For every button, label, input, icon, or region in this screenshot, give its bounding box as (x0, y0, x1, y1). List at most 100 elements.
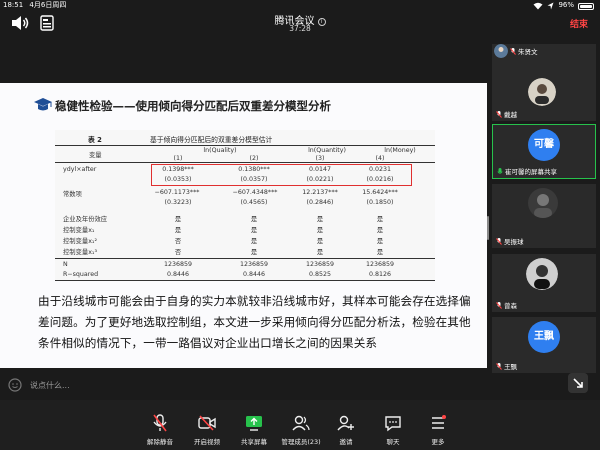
wifi-icon (533, 2, 543, 9)
table-cell: −607.4348*** (232, 189, 278, 196)
table-cell: 0.8446 (166, 271, 190, 278)
row-label: 控制变量x₁³ (63, 249, 97, 256)
table-cell: −607.1173*** (154, 189, 200, 196)
table-cell: 15.6424*** (362, 189, 398, 196)
avatar: 王飘 (528, 321, 560, 353)
invite-icon (337, 415, 354, 431)
table-cell: 0.8126 (368, 271, 392, 278)
avatar (494, 44, 508, 58)
row-label: 控制变量x₁² (63, 238, 97, 245)
table-title: 基于倾向得分匹配后的双重差分模型估计 (150, 136, 273, 144)
avatar: 可馨 (528, 129, 560, 161)
battery-icon (578, 2, 594, 10)
mic-muted-icon (496, 110, 502, 118)
table-cell: 是 (250, 216, 258, 223)
location-icon (547, 2, 554, 9)
table-cell: 1236859 (365, 261, 395, 268)
participant-tile-active[interactable]: 可馨 崔可馨的屏幕共享 (492, 124, 596, 179)
col-number: (4) (375, 155, 385, 162)
col-header: ln(Quality) (203, 147, 237, 154)
table-cell: 否 (174, 238, 182, 245)
table-cell: 1236859 (239, 261, 269, 268)
chat-placeholder: 说点什么... (30, 380, 70, 390)
avatar (528, 78, 556, 106)
mic-muted-icon (496, 362, 502, 370)
toolbar-label: 解除静音 (147, 438, 173, 446)
share-screen-icon (246, 416, 262, 431)
toolbar-label: 聊天 (386, 438, 400, 446)
table-cell: (0.4565) (240, 199, 268, 206)
mic-muted-icon (510, 47, 516, 55)
battery-percent: 96% (558, 1, 574, 9)
table-cell: 否 (174, 249, 182, 256)
panel-scroll-indicator[interactable] (487, 216, 489, 240)
end-meeting-button[interactable]: 结束 (570, 17, 588, 30)
members-icon (292, 415, 310, 431)
table-cell: 是 (250, 227, 258, 234)
mic-icon (497, 167, 503, 174)
row-label: ydyl×after (63, 166, 97, 173)
meeting-topbar: 腾讯会议 i 37:28 结束 (0, 11, 600, 37)
date: 4月6日周四 (29, 1, 67, 9)
participant-name: 崔可馨的屏幕共享 (505, 168, 557, 176)
table-cell: 是 (250, 249, 258, 256)
col-header: ln(Money) (384, 147, 416, 154)
chat-icon (385, 416, 401, 432)
participant-tile[interactable]: 王飘 王飘 (492, 317, 596, 373)
avatar (526, 258, 558, 290)
row-label: 控制变量x₁ (63, 227, 95, 234)
table-cell: 是 (174, 216, 182, 223)
table-number: 表 2 (88, 136, 102, 144)
table-cell: 是 (376, 238, 384, 245)
avatar (528, 188, 558, 218)
table-cell: 是 (174, 227, 182, 234)
participant-name: 曾森 (504, 302, 517, 310)
table-cell: 是 (376, 227, 384, 234)
highlight-box (151, 164, 412, 186)
participant-tile[interactable]: 吴振球 (492, 184, 596, 248)
row-label: R−squared (63, 271, 99, 278)
var-header: 变量 (89, 152, 102, 159)
table-cell: 是 (376, 249, 384, 256)
col-number: (2) (249, 155, 259, 162)
table-cell: 是 (250, 238, 258, 245)
mic-muted-icon (496, 237, 502, 245)
chat-input[interactable]: 说点什么... (4, 375, 149, 395)
collapse-panel-icon[interactable] (568, 373, 588, 393)
participant-name: 戴越 (504, 111, 517, 119)
participant-name: 吴振球 (504, 238, 524, 246)
toolbar-label: 邀请 (339, 438, 353, 446)
toolbar-label: 更多 (431, 438, 445, 446)
row-label: 常数项 (63, 191, 82, 198)
participant-tile[interactable]: 戴越 (492, 76, 596, 121)
emoji-icon[interactable] (8, 378, 22, 392)
participant-tile[interactable]: 曾森 (492, 254, 596, 312)
more-button[interactable]: 更多 (408, 414, 468, 446)
meeting-timer: 37:28 (289, 24, 311, 33)
col-number: (1) (173, 155, 183, 162)
participant-name: 朱贤文 (518, 48, 538, 56)
shared-screen: 稳健性检验——使用倾向得分匹配后双重差分模型分析 表 2 基于倾向得分匹配后的双… (0, 83, 487, 368)
slide-title: 稳健性检验——使用倾向得分匹配后双重差分模型分析 (55, 99, 331, 113)
toolbar-label: 管理成员(23) (281, 438, 321, 446)
clock: 18:51 (3, 1, 24, 9)
video-off-icon (198, 415, 216, 431)
table-cell: 1236859 (163, 261, 193, 268)
meeting-screen: 18:51 4月6日周四 96% 腾讯会议 i 37:28 结束 稳健性检验——… (0, 0, 600, 450)
status-bar: 18:51 4月6日周四 96% (0, 0, 600, 11)
slide-paragraph: 由于沿线城市可能会由于自身的实力本就较非沿线城市好，其样本可能会存在选择偏差问题… (38, 294, 471, 350)
table-cell: 0.8446 (242, 271, 266, 278)
meeting-toolbar: 解除静音 开启视频 共享屏幕 管理成员(23) 邀请 聊天 更多 (0, 400, 600, 450)
mic-off-icon (153, 414, 167, 432)
table-cell: (0.3223) (164, 199, 192, 206)
mic-muted-icon (496, 301, 502, 309)
regression-table: 表 2 基于倾向得分匹配后的双重差分模型估计 变量 ln(Quality) ln… (55, 130, 435, 281)
table-cell: (0.1850) (366, 199, 394, 206)
toolbar-label: 开启视频 (194, 438, 220, 446)
row-label: N (63, 261, 68, 268)
row-label: 企业及年份效应 (63, 216, 108, 223)
toolbar-label: 共享屏幕 (241, 438, 267, 446)
col-header: ln(Quantity) (308, 147, 346, 154)
more-icon (432, 415, 446, 429)
participant-name: 王飘 (504, 363, 517, 371)
